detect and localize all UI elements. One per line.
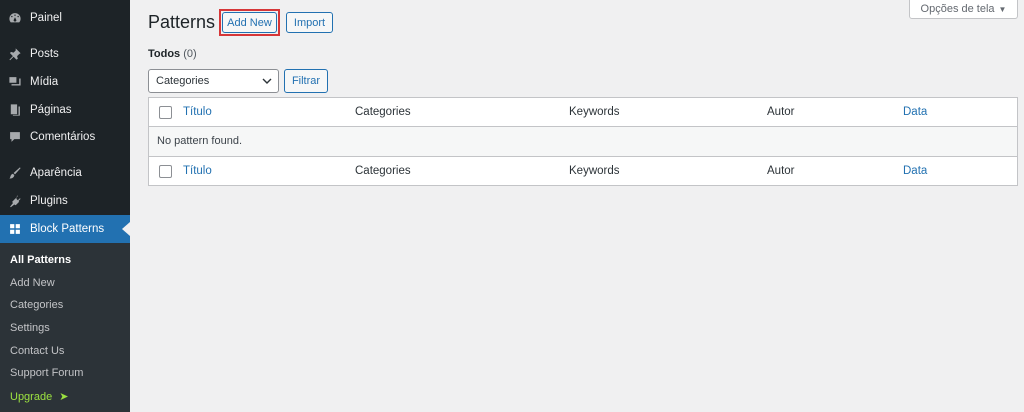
column-keywords-footer: Keywords bbox=[569, 165, 620, 177]
admin-sidebar: Painel Posts Mídia Páginas Comentários A… bbox=[0, 0, 130, 412]
column-date[interactable]: Data bbox=[903, 106, 927, 118]
sidebar-item-label: Comentários bbox=[30, 131, 96, 143]
add-new-button[interactable]: Add New bbox=[222, 12, 277, 33]
column-author-footer: Autor bbox=[767, 165, 795, 177]
screen-options-button[interactable]: Opções de tela ▼ bbox=[909, 0, 1018, 19]
column-title[interactable]: Título bbox=[183, 106, 212, 118]
submenu-support-forum[interactable]: Support Forum bbox=[10, 367, 83, 379]
page-title: Patterns bbox=[148, 12, 216, 32]
sidebar-item-comentarios[interactable]: Comentários bbox=[0, 123, 130, 151]
sidebar-item-label: Plugins bbox=[30, 195, 68, 207]
plugin-icon bbox=[8, 194, 22, 208]
sidebar-item-label: Páginas bbox=[30, 104, 72, 116]
column-author: Autor bbox=[767, 106, 795, 118]
import-button[interactable]: Import bbox=[286, 12, 333, 33]
sidebar-item-paginas[interactable]: Páginas bbox=[0, 96, 130, 124]
column-categories: Categories bbox=[355, 106, 411, 118]
table-header-row: Título Categories Keywords Autor Data bbox=[149, 98, 1017, 127]
sidebar-item-label: Aparência bbox=[30, 167, 82, 179]
pushpin-icon bbox=[8, 47, 22, 61]
screen-options-label: Opções de tela bbox=[920, 3, 995, 15]
column-date-footer[interactable]: Data bbox=[903, 165, 927, 177]
submenu-contact-us[interactable]: Contact Us bbox=[10, 345, 64, 357]
submenu-add-new[interactable]: Add New bbox=[10, 277, 55, 289]
caret-down-icon: ▼ bbox=[998, 4, 1007, 14]
categories-select-value: Categories bbox=[156, 75, 210, 87]
filter-button[interactable]: Filtrar bbox=[284, 69, 328, 93]
grid-icon bbox=[8, 222, 22, 236]
sidebar-item-aparencia[interactable]: Aparência bbox=[0, 159, 130, 187]
column-keywords: Keywords bbox=[569, 106, 620, 118]
submenu-all-patterns[interactable]: All Patterns bbox=[10, 254, 71, 266]
sidebar-item-label: Posts bbox=[30, 48, 59, 60]
sidebar-item-label: Block Patterns bbox=[30, 223, 105, 235]
current-menu-arrow bbox=[122, 222, 130, 236]
pages-icon bbox=[8, 103, 22, 117]
table-empty-row: No pattern found. bbox=[149, 127, 1017, 156]
submenu-upgrade[interactable]: Upgrade ➤ bbox=[10, 390, 68, 403]
arrow-right-icon: ➤ bbox=[59, 391, 69, 403]
select-all-checkbox-footer[interactable] bbox=[159, 165, 172, 178]
sidebar-item-midia[interactable]: Mídia bbox=[0, 68, 130, 96]
submenu-settings[interactable]: Settings bbox=[10, 322, 50, 334]
block-patterns-submenu: All Patterns Add New Categories Settings… bbox=[0, 243, 130, 412]
upgrade-label: Upgrade bbox=[10, 391, 53, 403]
column-title-footer[interactable]: Título bbox=[183, 165, 212, 177]
empty-message: No pattern found. bbox=[157, 135, 243, 147]
brush-icon bbox=[8, 166, 22, 180]
view-filter-all[interactable]: Todos (0) bbox=[148, 48, 197, 60]
sidebar-item-block-patterns[interactable]: Block Patterns bbox=[0, 215, 130, 243]
sidebar-item-label: Painel bbox=[30, 12, 62, 24]
comment-icon bbox=[8, 130, 22, 144]
media-icon bbox=[8, 75, 22, 89]
submenu-categories[interactable]: Categories bbox=[10, 299, 63, 311]
dashboard-icon bbox=[8, 11, 22, 25]
sidebar-item-posts[interactable]: Posts bbox=[0, 40, 130, 68]
chevron-down-icon bbox=[262, 78, 272, 84]
view-count: (0) bbox=[183, 48, 197, 60]
sidebar-item-painel[interactable]: Painel bbox=[0, 4, 130, 32]
select-all-checkbox[interactable] bbox=[159, 106, 172, 119]
sidebar-item-label: Mídia bbox=[30, 76, 59, 88]
sidebar-item-plugins[interactable]: Plugins bbox=[0, 187, 130, 215]
patterns-table: Título Categories Keywords Autor Data No… bbox=[148, 97, 1018, 186]
view-label: Todos bbox=[148, 48, 181, 60]
table-footer-row: Título Categories Keywords Autor Data bbox=[149, 156, 1017, 185]
categories-select[interactable]: Categories bbox=[148, 69, 279, 93]
column-categories-footer: Categories bbox=[355, 165, 411, 177]
